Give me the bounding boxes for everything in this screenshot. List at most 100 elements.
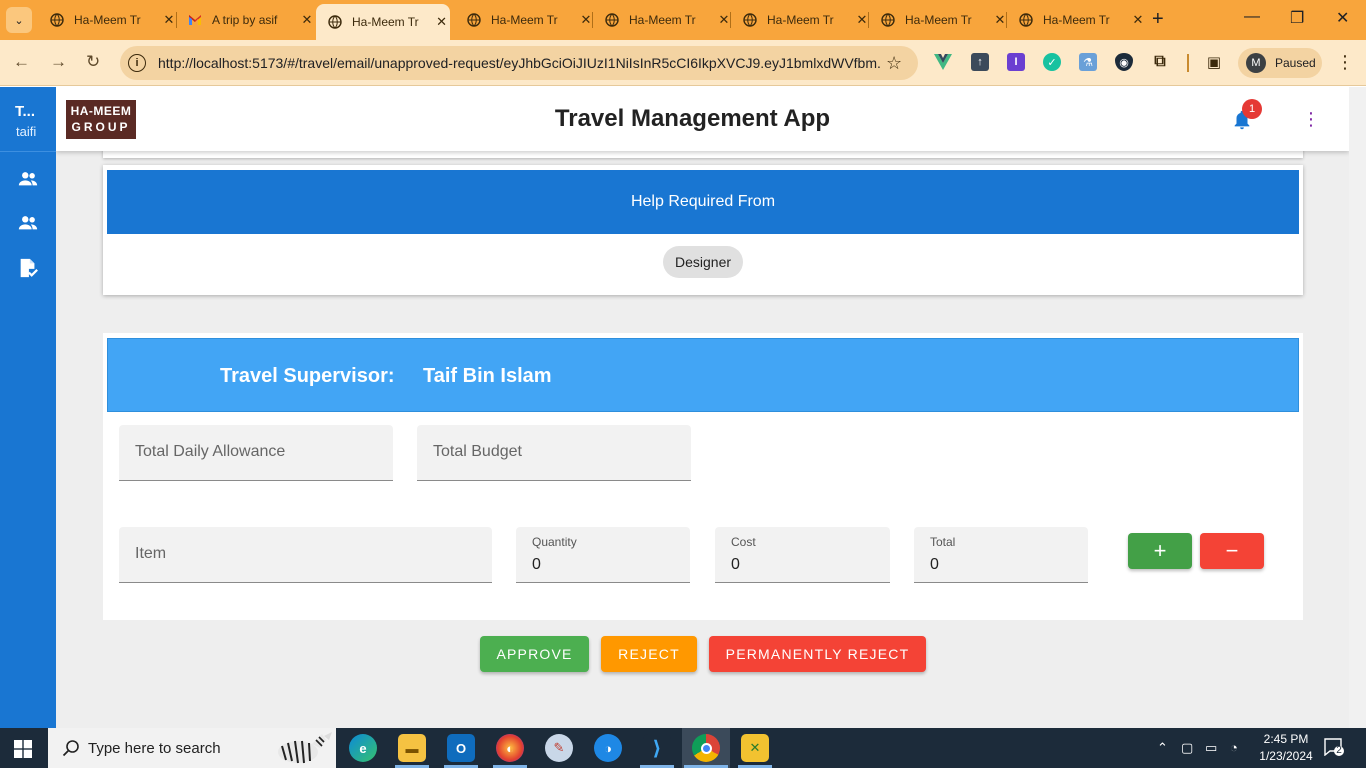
page-title: Travel Management App (554, 105, 831, 132)
edge-icon[interactable]: e (349, 734, 377, 762)
quantity-field[interactable]: Quantity 0 (516, 527, 690, 583)
tab-title: Ha-Meem Tr (629, 13, 696, 27)
outlook-icon[interactable]: O (447, 734, 475, 762)
tab-close-icon[interactable]: ✕ (298, 12, 316, 28)
add-item-button[interactable]: + (1128, 533, 1192, 569)
tab-title: A trip by asif (212, 13, 278, 27)
group-icon[interactable] (17, 168, 39, 190)
daily-allowance-field[interactable]: Total Daily Allowance (119, 425, 393, 481)
browser-tab[interactable]: Ha-Meem Tr ✕ (731, 6, 871, 34)
extension-shield-icon[interactable]: ◉ (1115, 53, 1133, 71)
url-text[interactable]: http://localhost:5173/#/travel/email/una… (158, 55, 882, 71)
sidebar: T... taifi (0, 87, 56, 728)
quantity-label: Quantity (532, 535, 577, 549)
tab-close-icon[interactable]: ✕ (433, 14, 450, 30)
vscode-icon[interactable]: ⟩ (643, 734, 671, 762)
browser-tab[interactable]: Ha-Meem Tr ✕ (38, 6, 178, 34)
notification-center-icon[interactable]: 2 (1324, 738, 1344, 757)
cost-label: Cost (731, 535, 756, 549)
browser-tab[interactable]: Ha-Meem Tr ✕ (593, 6, 733, 34)
total-budget-field[interactable]: Total Budget (417, 425, 691, 481)
paint-icon[interactable]: ✎ (545, 734, 573, 762)
file-explorer-icon[interactable]: ▬ (398, 734, 426, 762)
browser-tab[interactable]: Ha-Meem Tr ✕ (1007, 6, 1147, 34)
tab-title: Ha-Meem Tr (352, 15, 419, 29)
tab-title: Ha-Meem Tr (491, 13, 558, 27)
notification-badge: 1 (1242, 99, 1262, 119)
battery-icon[interactable]: ▭ (1205, 740, 1217, 756)
toolbar-separator (1187, 54, 1189, 72)
globe-icon (743, 13, 757, 27)
remove-item-button[interactable]: − (1200, 533, 1264, 569)
site-info-icon[interactable]: i (128, 54, 146, 72)
browser-tab-active[interactable]: Ha-Meem Tr ✕ (316, 4, 450, 40)
chrome-icon[interactable] (692, 734, 720, 762)
sidebar-divider (0, 151, 56, 152)
permanently-reject-button[interactable]: PERMANENTLY REJECT (709, 636, 926, 672)
app-bar: HA-MEEM GROUP Travel Management App 1 ⋮ (56, 87, 1349, 151)
reload-icon[interactable]: ↻ (86, 52, 100, 72)
windows-taskbar: Type here to search e ▬ O ◐ ✎ ◑ ⟩ ✕ ⌃ ▢ … (0, 728, 1366, 768)
taskbar-clock[interactable]: 2:45 PM 1/23/2024 (1254, 731, 1318, 765)
extension-flask-icon[interactable]: ⚗ (1079, 53, 1097, 71)
approve-button[interactable]: APPROVE (480, 636, 589, 672)
back-icon[interactable]: ← (13, 52, 30, 72)
browser-tab[interactable]: Ha-Meem Tr ✕ (455, 6, 595, 34)
page-scrollbar[interactable] (1349, 87, 1366, 728)
clock-date: 1/23/2024 (1259, 749, 1313, 763)
app-more-menu-icon[interactable]: ⋮ (1302, 109, 1320, 130)
new-tab-button[interactable]: + (1152, 8, 1164, 30)
profile-button[interactable]: M Paused (1238, 48, 1322, 78)
assignment-approve-icon[interactable] (17, 257, 39, 279)
extension-grammar-icon[interactable]: ✓ (1043, 53, 1061, 71)
browser-menu-icon[interactable]: ⋮ (1336, 52, 1354, 73)
tab-title: Ha-Meem Tr (1043, 13, 1110, 27)
vue-devtools-icon[interactable] (934, 53, 952, 71)
supervisor-name: Taif Bin Islam (423, 365, 552, 387)
supervisor-label: Travel Supervisor: (220, 365, 395, 387)
forward-icon[interactable]: → (50, 52, 67, 72)
tab-title: Ha-Meem Tr (767, 13, 834, 27)
minimize-icon[interactable]: — (1244, 8, 1260, 26)
reject-button[interactable]: REJECT (601, 636, 697, 672)
wifi-icon[interactable]: ◔ (1230, 740, 1238, 755)
total-budget-placeholder: Total Budget (433, 443, 522, 460)
tab-search-button[interactable]: ⌄ (6, 7, 32, 33)
browser-tab-strip: ⌄ Ha-Meem Tr ✕ A trip by asif ✕ Ha-Meem … (0, 0, 1366, 40)
quantity-value: 0 (532, 556, 541, 573)
daily-allowance-placeholder: Total Daily Allowance (135, 443, 286, 460)
sidebar-user-name: taifi (16, 124, 37, 139)
total-label: Total (930, 535, 956, 549)
help-required-header: Help Required From (107, 170, 1299, 234)
extension-upload-icon[interactable]: ↑ (971, 53, 989, 71)
designer-chip[interactable]: Designer (663, 246, 744, 278)
cost-field[interactable]: Cost 0 (715, 527, 890, 583)
zebra-search-highlight-icon (268, 730, 334, 766)
browser-tab[interactable]: A trip by asif ✕ (176, 6, 316, 34)
globe-icon (50, 13, 64, 27)
chevron-up-icon[interactable]: ⌃ (1157, 740, 1168, 756)
globe-icon (881, 13, 895, 27)
browser-tab[interactable]: Ha-Meem Tr ✕ (869, 6, 1009, 34)
tab-close-icon[interactable]: ✕ (1129, 12, 1147, 28)
gmail-icon (188, 13, 202, 27)
help-required-card: Help Required From Designer (103, 165, 1303, 295)
address-bar[interactable]: i http://localhost:5173/#/travel/email/u… (120, 46, 918, 80)
tool-icon[interactable]: ✕ (741, 734, 769, 762)
bookmark-star-icon[interactable]: ☆ (886, 53, 902, 74)
extension-i-icon[interactable]: I (1007, 53, 1025, 71)
group-icon[interactable] (17, 212, 39, 234)
close-window-icon[interactable]: ✕ (1336, 8, 1349, 28)
restore-icon[interactable]: ❐ (1290, 8, 1304, 28)
item-field[interactable]: Item (119, 527, 492, 583)
globe-icon (467, 13, 481, 27)
side-panel-icon[interactable]: ▣ (1205, 53, 1223, 71)
search-icon (62, 739, 80, 757)
firefox-dev-icon[interactable]: ◑ (594, 734, 622, 762)
item-placeholder: Item (135, 545, 167, 562)
windows-start-icon[interactable] (14, 740, 32, 758)
meet-now-icon[interactable]: ▢ (1181, 740, 1193, 756)
extensions-puzzle-icon[interactable]: ⧉ (1151, 53, 1169, 71)
total-field[interactable]: Total 0 (914, 527, 1088, 583)
firefox-icon[interactable]: ◐ (496, 734, 524, 762)
